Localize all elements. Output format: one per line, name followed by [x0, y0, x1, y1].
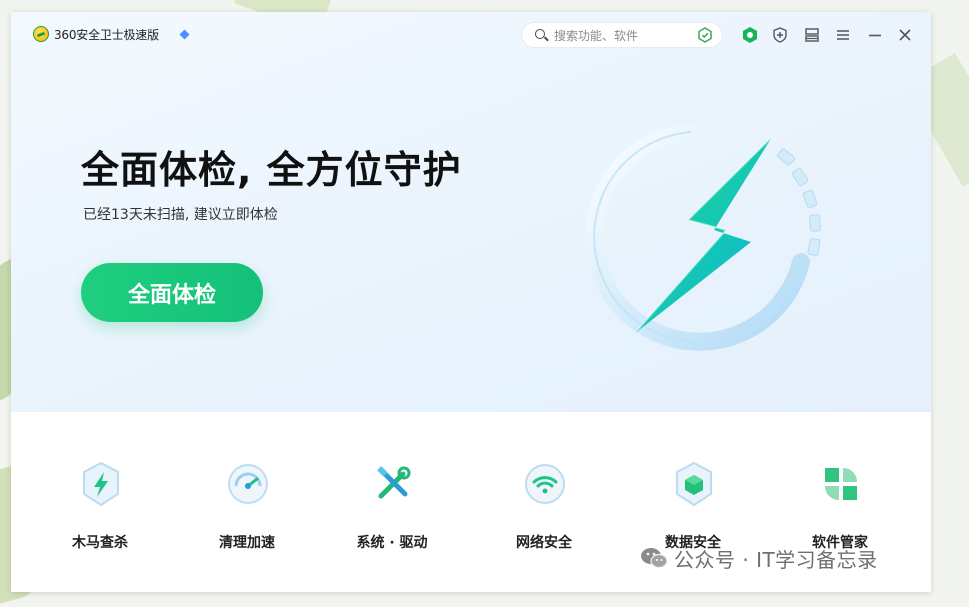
tool-clean-speed[interactable]: 清理加速	[192, 452, 302, 562]
close-icon[interactable]	[896, 26, 914, 44]
search-icon	[535, 29, 545, 39]
data-security-icon	[676, 461, 712, 507]
hero-subtitle: 已经13天未扫描, 建议立即体检	[83, 207, 278, 223]
tool-network-security[interactable]: 网络安全	[489, 452, 599, 562]
tool-label: 网络安全	[516, 535, 572, 551]
green-hex-badge-icon[interactable]	[741, 26, 759, 44]
wechat-logo-icon	[641, 548, 668, 569]
wifi-security-icon	[525, 464, 565, 504]
tool-label: 系统 · 驱动	[356, 535, 428, 551]
app-window: 360安全卫士极速版 搜索功能、软件 全面体检, 全方位守护 已经13天未扫描,…	[11, 12, 931, 592]
skin-theme-icon[interactable]	[803, 26, 821, 44]
search-input[interactable]	[552, 26, 686, 46]
app-logo-icon	[33, 26, 49, 42]
lightning-ring-icon	[585, 123, 822, 351]
menu-icon[interactable]	[834, 26, 852, 44]
shield-plus-icon[interactable]	[771, 26, 789, 44]
tool-trojan-scan[interactable]: 木马查杀	[45, 452, 155, 562]
software-manager-icon	[825, 468, 857, 500]
vip-diamond-icon[interactable]	[179, 29, 190, 40]
tool-system-driver[interactable]: 系统 · 驱动	[337, 452, 447, 562]
tool-label: 木马查杀	[72, 535, 128, 551]
app-title: 360安全卫士极速版	[54, 28, 159, 42]
system-driver-tools-icon	[377, 466, 411, 499]
title-bar: 360安全卫士极速版	[11, 12, 931, 58]
trojan-shield-icon	[83, 461, 119, 507]
watermark-text: 公众号 · IT学习备忘录	[674, 547, 878, 572]
search-box[interactable]	[521, 22, 723, 48]
minimize-icon[interactable]	[866, 26, 884, 44]
watermark: 公众号 · IT学习备忘录	[640, 543, 878, 573]
hero-title: 全面体检, 全方位守护	[81, 148, 462, 192]
full-scan-button[interactable]: 全面体检	[81, 263, 263, 322]
clean-speed-icon	[228, 464, 268, 504]
security-hex-icon[interactable]	[697, 27, 713, 43]
tool-label: 清理加速	[219, 535, 275, 551]
